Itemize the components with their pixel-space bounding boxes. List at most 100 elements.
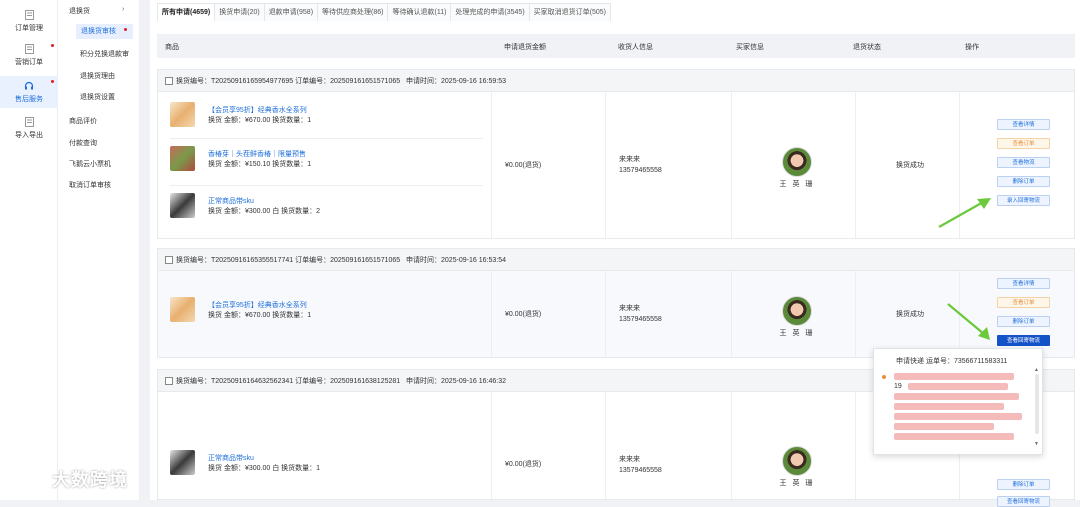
divider: [170, 185, 483, 186]
tab-all[interactable]: 所有申请(4659): [157, 3, 216, 21]
col-header-amount: 申请退货金额: [504, 44, 546, 51]
delete-order-button[interactable]: 删除订单: [997, 176, 1050, 187]
tab-bar: 所有申请(4659) 换货申请(20) 退款申请(958) 等待供应商处理(86…: [157, 3, 611, 21]
product-thumbnail[interactable]: [170, 146, 195, 171]
product-thumbnail[interactable]: [170, 102, 195, 127]
return-card: 换货编号：T20250916165954977695 订单编号：20250916…: [157, 69, 1075, 239]
col-header-actions: 操作: [965, 44, 979, 51]
product-item: 【会员享95折】经典香水全系列 换货 金额：¥670.00 换货数量：1: [170, 297, 370, 325]
col-header-status: 退货状态: [853, 44, 881, 51]
product-column: [158, 392, 492, 501]
product-name-link[interactable]: 【会员享95折】经典香水全系列: [208, 300, 307, 310]
buyer-name: 王 英 珊: [779, 330, 815, 337]
recipient-phone: 13579465558: [619, 467, 662, 474]
apply-time: 申请时间：2025-09-16 16:59:53: [406, 77, 507, 85]
watermark-text: 大数跨境: [52, 470, 128, 490]
redacted-text: [908, 383, 1008, 390]
submenu-label: 付款查询: [69, 140, 97, 147]
product-item: 香椿芽｜头茬鲜香椿｜限量预售 换货 金额：¥150.10 换货数量：1: [170, 146, 370, 174]
refund-amount: ¥0.00(退货): [505, 162, 542, 169]
submenu-group-label: 退换货: [69, 8, 90, 15]
rail-item-marketing-orders[interactable]: 营销订单: [0, 44, 58, 72]
product-thumbnail[interactable]: [170, 193, 195, 218]
product-meta: 换货 金额：¥150.10 换货数量：1: [208, 161, 312, 168]
tab-supplier-pending[interactable]: 等待供应商处理(86): [317, 3, 389, 21]
view-return-logistics-button[interactable]: 查看回寄物流: [997, 335, 1050, 346]
chevron-right-icon: ›: [122, 6, 125, 13]
rail-item-after-sales[interactable]: 售后服务: [0, 76, 58, 108]
select-checkbox[interactable]: [165, 76, 173, 85]
select-checkbox[interactable]: [165, 255, 173, 264]
return-card: 换货编号：T20250916165355517741 订单编号：20250916…: [157, 248, 1075, 358]
product-item: 正常商品带sku 换货 金额：¥300.00 白 换货数量：2: [170, 193, 370, 221]
submenu-item-return-reasons[interactable]: 退换货理由: [58, 71, 140, 81]
apply-time: 申请时间：2025-09-16 16:46:32: [406, 377, 507, 385]
timeline-dot: [882, 375, 886, 379]
view-return-logistics-button[interactable]: 查看回寄物流: [997, 496, 1050, 507]
rail-label: 营销订单: [15, 59, 43, 66]
redacted-text: [894, 403, 1004, 410]
tab-refund-confirm[interactable]: 等待确认退款(11): [387, 3, 452, 21]
status-badge: 换货成功: [896, 311, 924, 318]
exchange-number: 换货编号：T20250916165954977695: [176, 77, 294, 85]
avatar: [782, 296, 812, 326]
submenu-item-receipt-printer[interactable]: 飞鹅云小票机: [58, 159, 140, 169]
status-badge: 换货成功: [896, 162, 924, 169]
exchange-number: 换货编号：T20250916164632562341: [176, 377, 294, 385]
delete-order-button[interactable]: 删除订单: [997, 316, 1050, 327]
tab-exchange[interactable]: 换货申请(20): [214, 3, 265, 21]
enter-return-logistics-button[interactable]: 录入回寄物流: [997, 195, 1050, 206]
product-item: 正常商品带sku 换货 金额：¥300.00 白 换货数量：1: [170, 450, 370, 478]
product-name-link[interactable]: 香椿芽｜头茬鲜香椿｜限量预售: [208, 149, 306, 159]
submenu-item-payment-query[interactable]: 付款查询: [58, 138, 140, 148]
view-logistics-button[interactable]: 查看物流: [997, 157, 1050, 168]
col-header-buyer: 买家信息: [736, 44, 764, 51]
card-header: 换货编号：T20250916165954977695 订单编号：20250916…: [158, 70, 1074, 92]
buyer-name: 王 英 珊: [779, 181, 815, 188]
product-name-link[interactable]: 【会员享95折】经典香水全系列: [208, 105, 307, 115]
product-name-link[interactable]: 正常商品带sku: [208, 453, 254, 463]
icon-rail: 订单管理 营销订单 售后服务 导入导出: [0, 0, 58, 500]
product-thumbnail[interactable]: [170, 297, 195, 322]
rail-item-orders[interactable]: 订单管理: [0, 10, 58, 38]
avatar: [782, 446, 812, 476]
submenu-label: 飞鹅云小票机: [69, 161, 111, 168]
card-header: 换货编号：T20250916165355517741 订单编号：20250916…: [158, 249, 1074, 271]
recipient-info: 来来来 13579465558: [619, 303, 662, 325]
submenu-group-returns[interactable]: 退换货 ›: [58, 6, 140, 16]
view-details-button[interactable]: 查看详情: [997, 119, 1050, 130]
view-order-button[interactable]: 查看订单: [997, 138, 1050, 149]
submenu-item-return-review[interactable]: 退换货审核: [76, 24, 133, 39]
buyer-info: 王 英 珊: [772, 147, 822, 189]
tab-refund[interactable]: 退款申请(958): [263, 3, 319, 21]
popup-scrollbar[interactable]: [1035, 374, 1039, 434]
card-body: 【会员享95折】经典香水全系列 换货 金额：¥670.00 换货数量：1 ¥0.…: [158, 271, 1074, 357]
refund-amount: ¥0.00(退货): [505, 311, 542, 318]
recipient-column: [606, 392, 732, 501]
scroll-down-icon[interactable]: ▼: [1034, 441, 1039, 447]
exchange-number: 换货编号：T20250916165355517741: [176, 256, 294, 264]
rail-label: 导入导出: [15, 132, 43, 139]
recipient-info: 来来来 13579465558: [619, 154, 662, 176]
scroll-up-icon[interactable]: ▲: [1034, 367, 1039, 373]
recipient-phone: 13579465558: [619, 316, 662, 323]
tab-buyer-cancelled[interactable]: 买家取消退货订单(505): [528, 3, 611, 21]
tab-completed[interactable]: 处理完成的申请(3545): [450, 3, 530, 21]
table-header: 商品 申请退货金额 收货人信息 买家信息 退货状态 操作: [157, 34, 1075, 58]
redacted-text: [894, 433, 1014, 440]
submenu-item-return-settings[interactable]: 退换货设置: [58, 92, 140, 102]
order-number: 订单编号：202509161638125281: [295, 377, 401, 385]
product-thumbnail[interactable]: [170, 450, 195, 475]
submenu-item-cancel-review[interactable]: 取消订单审核: [58, 180, 140, 190]
view-order-button[interactable]: 查看订单: [997, 297, 1050, 308]
view-details-button[interactable]: 查看详情: [997, 278, 1050, 289]
product-name-link[interactable]: 正常商品带sku: [208, 196, 254, 206]
delete-order-button[interactable]: 删除订单: [997, 479, 1050, 490]
rail-item-import-export[interactable]: 导入导出: [0, 117, 58, 145]
submenu-label: 积分兑换退款审: [80, 51, 129, 58]
submenu-item-reviews[interactable]: 商品评价: [58, 116, 140, 126]
redacted-text: [894, 413, 1022, 420]
order-number: 订单编号：202509161651571065: [295, 77, 401, 85]
select-checkbox[interactable]: [165, 376, 173, 385]
submenu-item-points-refund[interactable]: 积分兑换退款审: [58, 49, 140, 59]
